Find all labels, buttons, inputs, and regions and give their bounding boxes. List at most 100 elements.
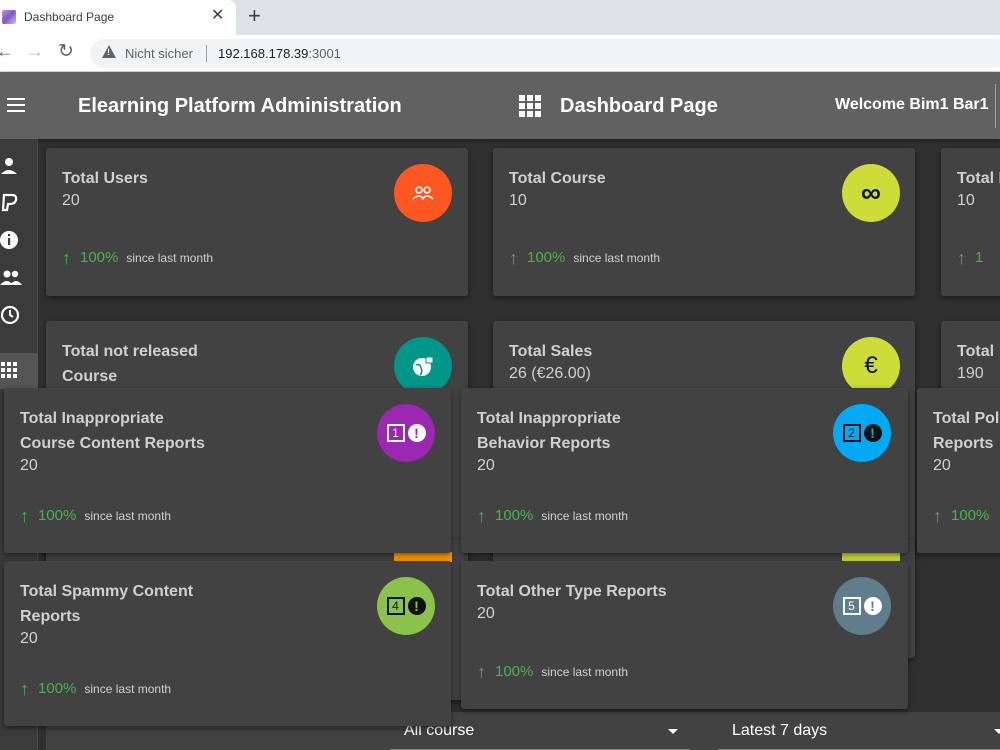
- public-lock-icon: [394, 337, 452, 395]
- range-select-value: Latest 7 days: [732, 722, 828, 739]
- card-value: 20: [20, 457, 38, 474]
- menu-icon[interactable]: [7, 98, 25, 112]
- card-title: Total Inappropriate Behavior Reports: [477, 406, 621, 456]
- sidebar-item-groups[interactable]: [0, 267, 22, 289]
- person-icon: [1, 158, 17, 174]
- title-line-1: Total Spammy Content: [20, 583, 194, 600]
- history-icon: [0, 305, 20, 325]
- trend-percent: 100%: [495, 507, 534, 524]
- euro-icon: €: [842, 337, 900, 395]
- trend-since: since last month: [573, 250, 661, 265]
- arrow-up-icon: ↑: [933, 505, 942, 526]
- card-title: Total not released Course: [62, 339, 198, 389]
- card-title: Total Inappropriate Course Content Report…: [20, 406, 205, 456]
- security-label[interactable]: Nicht sicher: [125, 46, 193, 61]
- report-number: 5: [842, 597, 861, 615]
- title-line-1: Total not released: [62, 343, 198, 360]
- group-icon: [394, 164, 452, 222]
- title-line-1: Total Inappropriate: [20, 410, 164, 427]
- title-line-2: Course: [62, 368, 118, 385]
- report-1-icon: 1 !: [377, 404, 435, 462]
- alert-icon: !: [407, 424, 426, 442]
- card-value: 10: [509, 192, 527, 209]
- sidebar-item-users[interactable]: [0, 155, 20, 177]
- card-title: Total Pol Reports: [933, 406, 999, 456]
- new-tab-button[interactable]: +: [248, 4, 261, 28]
- browser-toolbar: ← → ↻ Nicht sicher 192.168.178.39:3001: [0, 35, 1000, 72]
- info-icon: [0, 231, 18, 249]
- trend-since: since last month: [541, 664, 629, 679]
- trend-since: since last month: [84, 681, 172, 696]
- card-title: Total Sales: [509, 343, 593, 360]
- report-2-icon: 2 !: [833, 404, 891, 462]
- card-value: 10: [957, 192, 975, 209]
- card-value: 26 (€26.00): [509, 365, 591, 382]
- close-tab-icon[interactable]: ✕: [211, 7, 224, 25]
- back-icon[interactable]: ←: [0, 41, 14, 62]
- trend-since: since last month: [84, 508, 172, 523]
- apps-icon: [1, 362, 17, 378]
- card-policy-reports: Total Pol Reports 20 ↑ 100%: [917, 388, 1000, 553]
- dropdown-caret-icon: [668, 729, 678, 734]
- range-select[interactable]: Latest 7 days: [718, 712, 1000, 750]
- trend-percent: 100%: [38, 507, 77, 524]
- app-title: Elearning Platform Administration: [78, 95, 402, 117]
- browser-tab-bar: Dashboard Page ✕ +: [0, 0, 1000, 35]
- url-host: 192.168.178.39: [218, 46, 309, 61]
- sidebar-item-dashboard[interactable]: [0, 353, 38, 389]
- trend-percent: 100%: [80, 249, 119, 266]
- url-text[interactable]: 192.168.178.39:3001: [218, 46, 341, 61]
- infinity-icon: ∞: [842, 164, 900, 222]
- url-port: :3001: [308, 46, 341, 61]
- alert-icon: !: [863, 597, 882, 615]
- report-number: 4: [386, 597, 405, 615]
- sidebar-item-history[interactable]: [0, 304, 20, 326]
- sidebar-item-info[interactable]: [0, 229, 20, 251]
- forward-icon[interactable]: →: [26, 41, 44, 62]
- browser-tab[interactable]: Dashboard Page ✕: [0, 0, 236, 35]
- card-trend: ↑ 100% since last month: [477, 507, 628, 525]
- report-5-icon: 5 !: [833, 577, 891, 635]
- card-title: Total Users: [62, 170, 148, 187]
- card-title: Total: [957, 343, 995, 360]
- trend-percent: 100%: [495, 663, 534, 680]
- card-value: 20: [20, 630, 38, 647]
- card-title: Total Course: [509, 170, 606, 187]
- card-trend: ↑ 100%: [933, 505, 990, 526]
- alert-icon: !: [407, 597, 426, 615]
- address-bar[interactable]: Nicht sicher 192.168.178.39:3001: [90, 39, 1000, 68]
- favicon-icon: [2, 10, 16, 24]
- card-trend: ↑ 100% since last month: [509, 249, 661, 267]
- card-total-partial: Total I 10 ↑ 1: [941, 148, 1000, 296]
- paypal-icon: [1, 193, 18, 212]
- trend-since: since last month: [126, 250, 214, 265]
- card-title: Total Other Type Reports: [477, 583, 667, 600]
- welcome-text: Welcome Bim1 Bar1: [835, 96, 989, 113]
- title-line-1: Total Inappropriate: [477, 410, 621, 427]
- title-line-1: Total Pol: [933, 410, 1000, 427]
- card-inappropriate-course-content: Total Inappropriate Course Content Report…: [4, 388, 451, 553]
- group-icon: [0, 270, 22, 285]
- reload-icon[interactable]: ↻: [58, 40, 74, 63]
- apps-icon: [519, 95, 541, 117]
- card-value: 190: [957, 365, 984, 382]
- sidebar-item-paypal[interactable]: [0, 192, 20, 214]
- arrow-up-icon: ↑: [957, 247, 966, 268]
- card-trend: ↑ 100% since last month: [477, 661, 629, 682]
- card-trend: ↑ 1: [957, 247, 983, 268]
- warning-icon: [102, 45, 116, 58]
- arrow-up-icon: ↑: [20, 678, 29, 699]
- card-value: 20: [62, 192, 80, 209]
- arrow-up-icon: ↑: [477, 661, 486, 682]
- card-inappropriate-behavior: Total Inappropriate Behavior Reports 20 ↑…: [461, 388, 908, 553]
- report-4-icon: 4 !: [377, 577, 435, 635]
- report-number: 2: [842, 424, 861, 442]
- trend-percent: 100%: [951, 507, 990, 524]
- title-line-2: Course Content Reports: [20, 435, 205, 452]
- card-title: Total Spammy Content Reports: [20, 579, 193, 629]
- arrow-up-icon: ↑: [20, 505, 29, 526]
- report-number: 1: [386, 424, 405, 442]
- app-header: Elearning Platform Administration Dashbo…: [0, 72, 1000, 139]
- card-title: Total I: [957, 170, 1000, 187]
- trend-percent: 100%: [38, 680, 77, 697]
